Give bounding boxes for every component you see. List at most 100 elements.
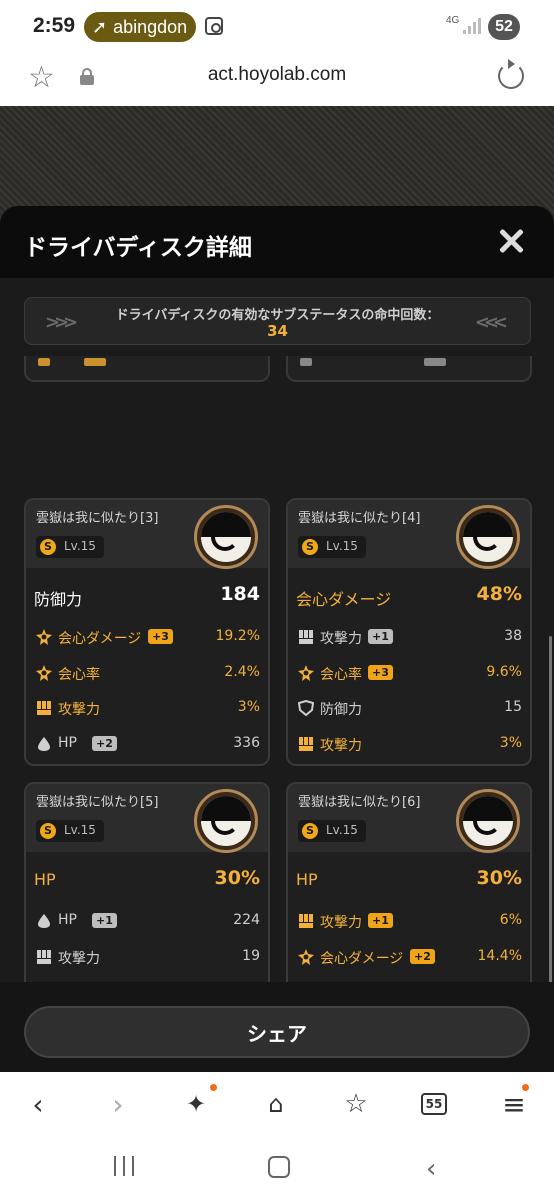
main-stat-value: 30%	[476, 867, 522, 889]
substat-label: 会心率	[58, 666, 100, 683]
rank-s-icon: S	[302, 823, 318, 839]
clock: 2:59	[33, 14, 76, 37]
level-text: Lv.15	[64, 539, 96, 553]
system-nav-bar: ‹	[0, 1136, 554, 1200]
attack-icon	[298, 913, 314, 929]
disc-card[interactable]: 雲嶽は我に似たり[3] S Lv.15 防御力 184 会心ダメージ +3 19…	[24, 498, 270, 766]
substat-value: 9.6%	[486, 663, 522, 680]
web-page: ドライバディスク詳細 >>> ドライバディスクの有効なサブステータスの命中回数：…	[0, 106, 554, 1072]
card-header: 雲嶽は我に似たり[5] S Lv.15	[26, 784, 268, 853]
main-stat-row: HP 30%	[34, 866, 260, 894]
level-text: Lv.15	[64, 823, 96, 837]
substat-label: 攻撃力	[320, 631, 362, 647]
substat-row: 攻撃力 +1 38	[296, 626, 522, 648]
rank-s-icon: S	[302, 539, 318, 555]
drive-disc-detail-sheet: ドライバディスク詳細 >>> ドライバディスクの有効なサブステータスの命中回数：…	[0, 206, 554, 1072]
sheet-footer: シェア	[0, 982, 554, 1072]
hit-count-banner: >>> ドライバディスクの有効なサブステータスの命中回数： 34 <<<	[24, 297, 531, 345]
level-badge: S Lv.15	[298, 820, 366, 842]
level-text: Lv.15	[326, 539, 358, 553]
pill-label: abingdon	[113, 16, 188, 37]
notification-pill[interactable]: ➚ abingdon	[84, 12, 196, 42]
crit-icon	[298, 948, 314, 965]
substat-row: 攻撃力 19	[34, 946, 260, 968]
main-stat-label: HP	[296, 870, 318, 889]
substat-row: 攻撃力 3%	[296, 733, 522, 755]
substat-label: 会心率	[320, 666, 362, 683]
banner-count: 34	[267, 322, 288, 340]
screenshot-icon	[205, 17, 223, 35]
substat-row: 会心ダメージ +2 14.4%	[296, 946, 522, 968]
partial-card	[24, 356, 270, 382]
hp-icon	[36, 913, 52, 929]
partial-card	[286, 356, 532, 382]
level-text: Lv.15	[326, 823, 358, 837]
substat-value: 2.4%	[224, 663, 260, 680]
sparkle-icon[interactable]: ✦	[176, 1086, 216, 1122]
disc-card[interactable]: 雲嶽は我に似たり[5] S Lv.15 HP 30% HP +1 224 攻撃力…	[24, 782, 270, 986]
back-icon[interactable]: ‹	[18, 1086, 58, 1122]
disc-name: 雲嶽は我に似たり[5]	[36, 795, 159, 810]
disc-name: 雲嶽は我に似たり[3]	[36, 511, 159, 526]
substat-label: 防御力	[320, 702, 362, 718]
level-badge: S Lv.15	[36, 536, 104, 558]
attack-icon	[36, 949, 52, 965]
level-badge: S Lv.15	[298, 536, 366, 558]
card-header: 雲嶽は我に似たり[6] S Lv.15	[288, 784, 530, 853]
card-header: 雲嶽は我に似たり[4] S Lv.15	[288, 500, 530, 569]
main-stat-row: 会心ダメージ 48%	[296, 582, 522, 610]
disc-image	[194, 789, 258, 853]
crit-icon	[36, 664, 52, 681]
bookmarks-icon[interactable]: ☆	[336, 1086, 376, 1122]
signal-icon	[463, 18, 481, 34]
home-button-icon[interactable]	[268, 1156, 290, 1178]
main-stat-row: HP 30%	[296, 866, 522, 894]
disc-name: 雲嶽は我に似たり[4]	[298, 511, 421, 526]
back-button-icon[interactable]: ‹	[426, 1154, 436, 1184]
substat-row: 攻撃力 3%	[34, 697, 260, 719]
attack-icon	[36, 700, 52, 716]
forward-icon[interactable]: ›	[98, 1086, 138, 1122]
notification-dot	[522, 1084, 529, 1091]
main-stat-value: 30%	[214, 867, 260, 889]
upgrade-badge: +2	[410, 948, 435, 964]
substat-value: 3%	[237, 699, 260, 715]
disc-card[interactable]: 雲嶽は我に似たり[4] S Lv.15 会心ダメージ 48% 攻撃力 +1 38…	[286, 498, 532, 766]
notification-dot	[210, 1084, 217, 1091]
share-button[interactable]: シェア	[24, 1006, 530, 1058]
substat-value: 336	[233, 734, 260, 751]
level-badge: S Lv.15	[36, 820, 104, 842]
substat-value: 6%	[499, 912, 522, 928]
menu-icon[interactable]: ≡	[494, 1086, 534, 1122]
close-icon[interactable]	[498, 228, 524, 254]
substat-value: 38	[504, 628, 522, 644]
substat-label: 攻撃力	[58, 702, 100, 718]
disc-image	[456, 789, 520, 853]
upgrade-badge: +1	[368, 629, 393, 644]
attack-icon	[298, 736, 314, 752]
home-icon[interactable]: ⌂	[256, 1086, 296, 1122]
upgrade-badge: +2	[92, 735, 117, 751]
substat-label: HP	[58, 734, 77, 751]
disc-name: 雲嶽は我に似たり[6]	[298, 795, 421, 810]
disc-card-grid[interactable]: 雲嶽は我に似たり[3] S Lv.15 防御力 184 会心ダメージ +3 19…	[0, 356, 554, 986]
tabs-icon[interactable]: 55	[414, 1086, 454, 1122]
crit-icon	[36, 629, 52, 645]
browser-bottom-nav: ‹ › ✦ ⌂ ☆ 55 ≡	[0, 1072, 554, 1136]
crit-icon	[298, 664, 314, 681]
reload-icon[interactable]	[498, 59, 524, 89]
recent-apps-icon[interactable]	[114, 1156, 136, 1176]
url-text[interactable]: act.hoyolab.com	[0, 64, 554, 86]
substat-row: HP +1 224	[34, 910, 260, 932]
defense-icon	[297, 699, 315, 717]
hp-icon	[36, 736, 52, 752]
disc-card[interactable]: 雲嶽は我に似たり[6] S Lv.15 HP 30% 攻撃力 +1 6% 会心ダ…	[286, 782, 532, 986]
substat-value: 3%	[499, 734, 522, 751]
upgrade-badge: +3	[148, 629, 173, 644]
rank-s-icon: S	[40, 539, 56, 555]
main-stat-label: 防御力	[34, 590, 83, 609]
network-indicator: 4G	[446, 15, 460, 26]
substat-row: 会心率 2.4%	[34, 662, 260, 684]
chevron-left-icon: <<<	[474, 312, 508, 333]
sheet-title: ドライバディスク詳細	[24, 235, 252, 261]
